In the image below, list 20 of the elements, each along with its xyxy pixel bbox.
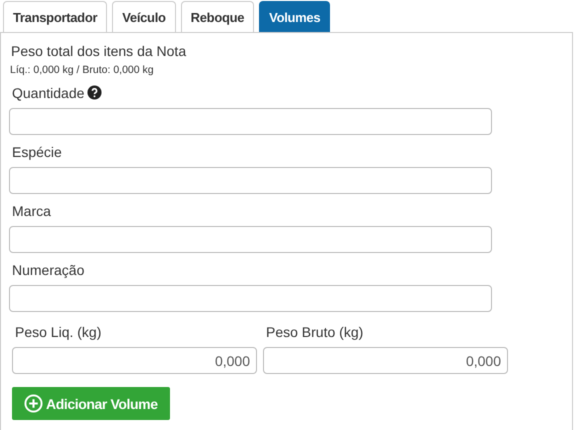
help-icon[interactable] xyxy=(87,85,102,100)
summary-detail: Líq.: 0,000 kg / Bruto: 0,000 kg xyxy=(10,64,155,76)
field-label: Espécie xyxy=(12,144,62,160)
number-field[interactable]: 0,000 xyxy=(263,347,508,374)
field-label: Quantidade xyxy=(12,84,84,100)
field-label: Peso Bruto (kg) xyxy=(266,324,364,340)
tab[interactable]: Veículo xyxy=(112,1,176,32)
summary-title: Peso total dos itens da Nota xyxy=(11,43,188,59)
text-field[interactable] xyxy=(9,167,492,194)
text-field[interactable] xyxy=(9,108,492,135)
tab[interactable]: Volumes xyxy=(259,1,330,32)
tab[interactable]: Reboque xyxy=(180,1,254,32)
number-field[interactable]: 0,000 xyxy=(12,347,257,374)
tab[interactable]: Transportador xyxy=(3,1,108,32)
text-field[interactable] xyxy=(9,226,492,253)
text-field[interactable] xyxy=(9,285,492,312)
field-label: Numeração xyxy=(12,262,84,278)
field-label: Marca xyxy=(12,202,51,218)
field-label: Peso Liq. (kg) xyxy=(15,324,102,340)
plus-circle-icon xyxy=(24,394,43,413)
